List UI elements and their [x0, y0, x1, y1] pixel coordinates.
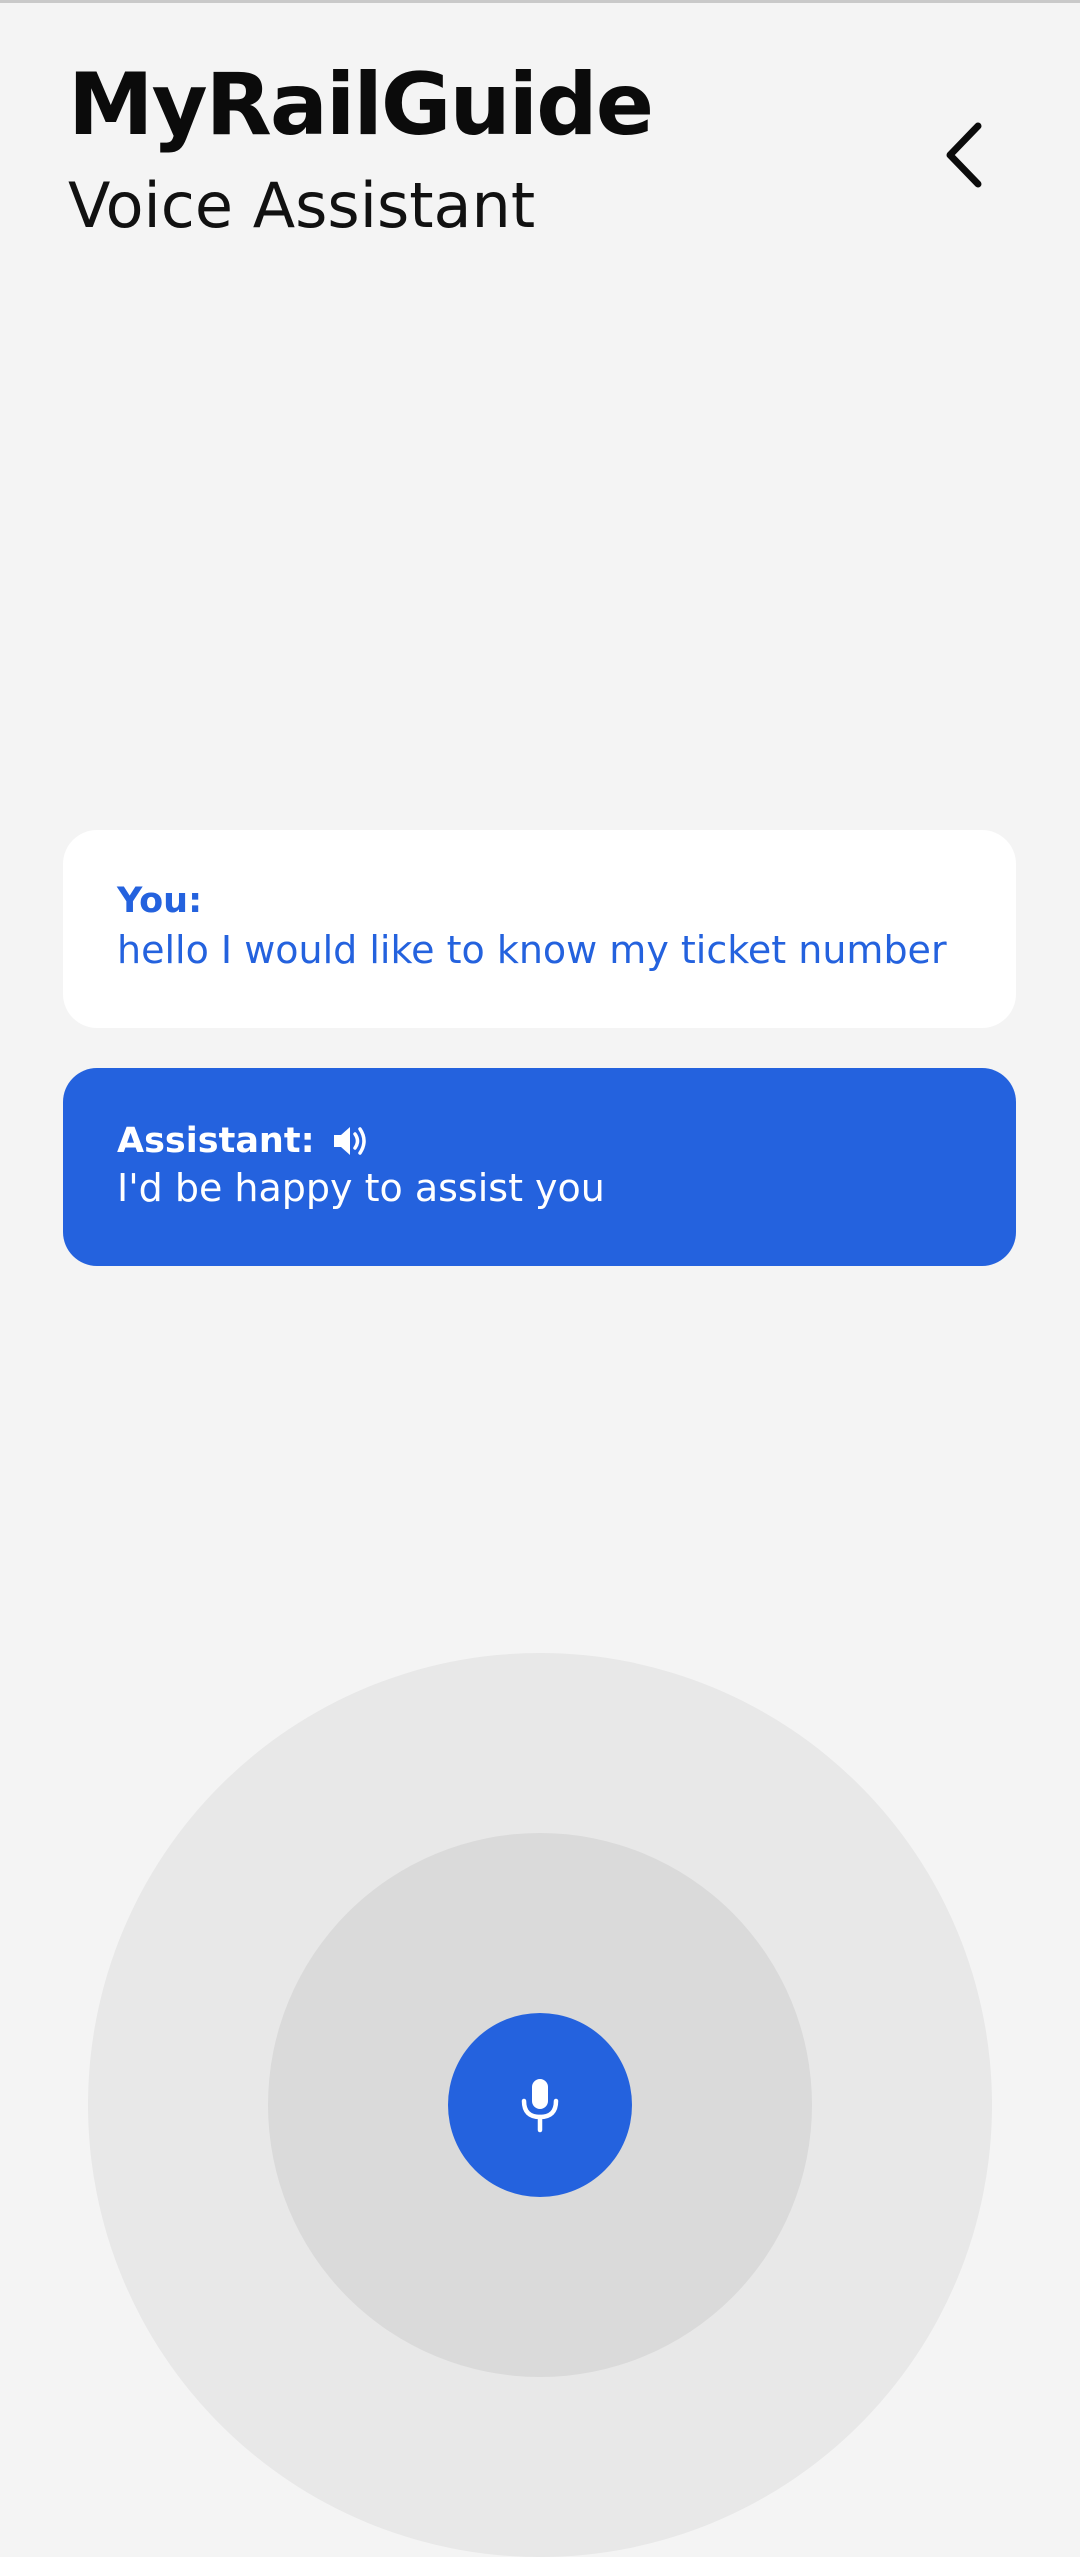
app-title: MyRailGuide: [68, 55, 654, 155]
speaker-icon[interactable]: [331, 1122, 369, 1160]
user-message-bubble: You: hello I would like to know my ticke…: [63, 830, 1016, 1028]
assistant-speaker-text: Assistant:: [117, 1120, 315, 1161]
assistant-speaker-label: Assistant:: [117, 1122, 369, 1160]
chevron-left-icon: [946, 122, 982, 188]
page-subtitle: Voice Assistant: [68, 169, 536, 242]
assistant-message-text: I'd be happy to assist you: [117, 1166, 605, 1210]
user-message-text: hello I would like to know my ticket num…: [117, 928, 947, 972]
user-speaker-label: You:: [117, 884, 202, 919]
status-divider: [0, 0, 1080, 3]
microphone-button[interactable]: [448, 2013, 632, 2197]
back-button[interactable]: [920, 100, 1010, 210]
assistant-message-bubble: Assistant: I'd be happy to assist you: [63, 1068, 1016, 1266]
user-speaker-text: You:: [117, 881, 203, 921]
microphone-icon: [521, 2079, 559, 2133]
